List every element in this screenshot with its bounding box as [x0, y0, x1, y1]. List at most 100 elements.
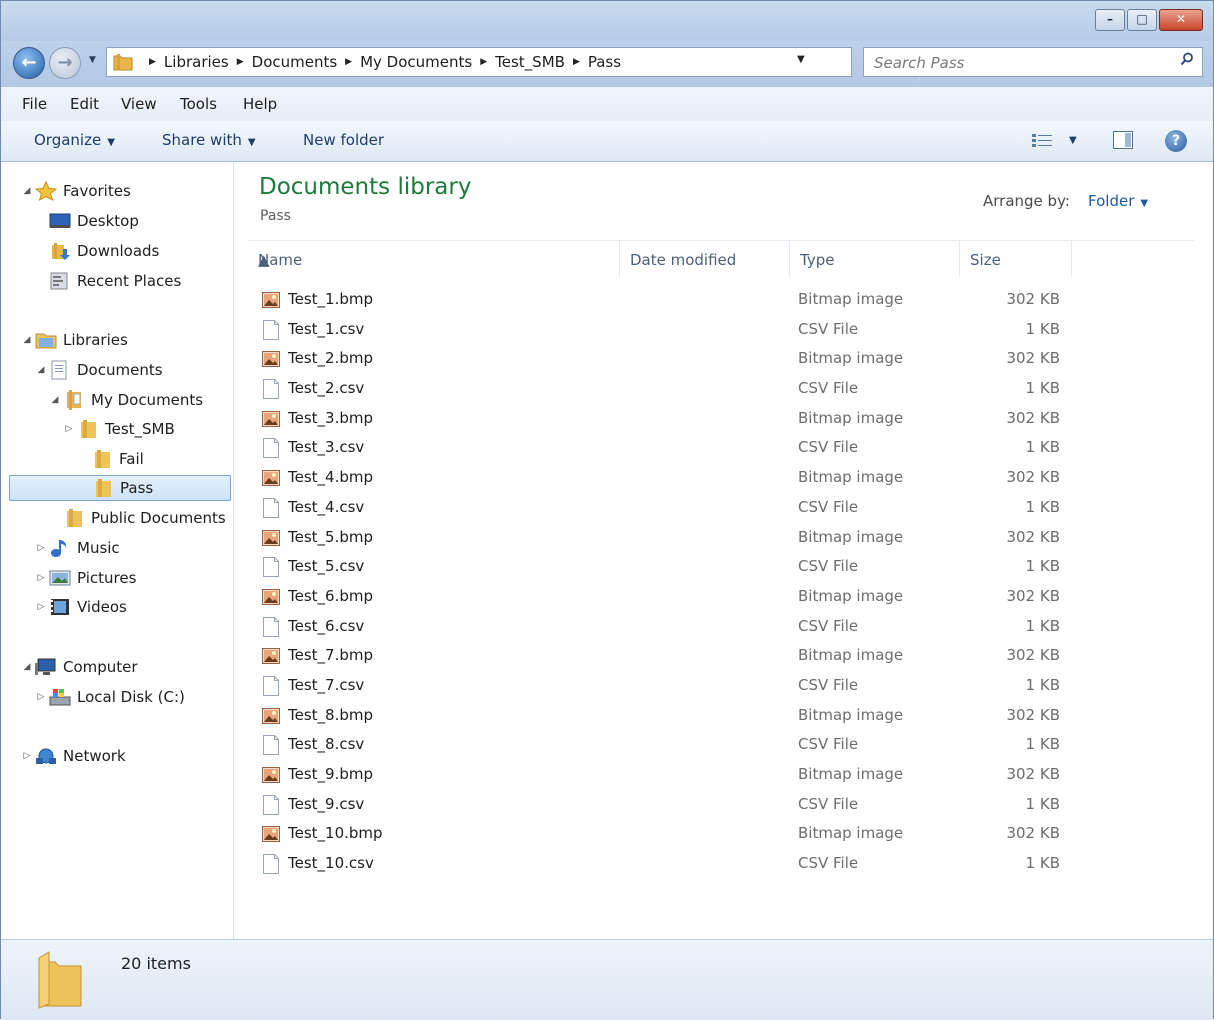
menu-view[interactable]: View [121, 95, 157, 113]
file-row[interactable]: Test_8.csv CSV File 1 KB [248, 730, 1194, 760]
nav-item-public-documents[interactable]: Public Documents [49, 505, 226, 531]
file-row[interactable]: Test_5.csv CSV File 1 KB [248, 552, 1194, 582]
breadcrumb-item[interactable]: Documents [252, 53, 338, 71]
file-row[interactable]: Test_3.bmp Bitmap image 302 KB [248, 404, 1194, 434]
maximize-button[interactable]: □ [1127, 9, 1157, 31]
file-row[interactable]: Test_9.bmp Bitmap image 302 KB [248, 760, 1194, 790]
breadcrumb-item[interactable]: Pass [588, 53, 621, 71]
new-folder-button[interactable]: New folder [303, 131, 384, 149]
nav-item-network[interactable]: ▷ Network [21, 743, 126, 769]
file-row[interactable]: Test_5.bmp Bitmap image 302 KB [248, 523, 1194, 553]
collapse-arrow-icon[interactable]: ◢ [49, 395, 61, 405]
column-name[interactable]: Name ▲ [248, 241, 620, 277]
nav-item-desktop[interactable]: Desktop [35, 208, 139, 234]
file-row[interactable]: Test_6.bmp Bitmap image 302 KB [248, 582, 1194, 612]
expand-arrow-icon[interactable]: ▷ [35, 543, 47, 553]
file-row[interactable]: Test_9.csv CSV File 1 KB [248, 790, 1194, 820]
bitmap-image-icon [262, 587, 280, 607]
expand-arrow-icon[interactable]: ▷ [21, 751, 33, 761]
collapse-arrow-icon[interactable]: ◢ [21, 662, 33, 672]
collapse-arrow-icon[interactable]: ◢ [35, 365, 47, 375]
address-dropdown-icon[interactable]: ▼ [797, 54, 805, 65]
breadcrumb-item[interactable]: Libraries [164, 53, 229, 71]
file-name: Test_4.bmp [288, 468, 374, 487]
menu-bar: File Edit View Tools Help [1, 87, 1213, 122]
column-date-modified[interactable]: Date modified [620, 241, 790, 277]
menu-tools[interactable]: Tools [180, 95, 217, 113]
breadcrumb-item[interactable]: My Documents [360, 53, 472, 71]
file-row[interactable]: Test_1.bmp Bitmap image 302 KB [248, 285, 1194, 315]
minimize-button[interactable]: – [1095, 9, 1125, 31]
file-name: Test_3.csv [288, 438, 365, 457]
change-view-icon[interactable] [1031, 133, 1055, 149]
nav-item-test-smb[interactable]: ▷ Test_SMB [63, 416, 175, 442]
breadcrumb-separator-icon[interactable]: ▶ [149, 57, 156, 67]
nav-item-label: Downloads [77, 242, 160, 260]
nav-item-local-disk-c[interactable]: ▷ Local Disk (C:) [35, 684, 185, 710]
search-icon[interactable] [1180, 52, 1194, 66]
column-date-label: Date modified [630, 251, 737, 269]
nav-item-my-documents[interactable]: ◢ My Documents [49, 387, 203, 413]
arrange-by-value: Folder [1088, 192, 1135, 210]
menu-help[interactable]: Help [243, 95, 277, 113]
file-row[interactable]: Test_3.csv CSV File 1 KB [248, 433, 1194, 463]
menu-edit[interactable]: Edit [70, 95, 99, 113]
nav-item-fail[interactable]: Fail [77, 446, 144, 472]
close-button[interactable]: ✕ [1159, 9, 1203, 31]
nav-item-documents[interactable]: ◢ Documents [35, 357, 163, 383]
breadcrumb-separator-icon[interactable]: ▶ [573, 57, 580, 67]
organize-button[interactable]: Organize ▼ [34, 131, 115, 149]
file-name: Test_4.csv [288, 497, 365, 516]
breadcrumb-separator-icon[interactable]: ▶ [237, 57, 244, 67]
address-bar[interactable]: ▶ Libraries ▶ Documents ▶ My Documents ▶ Test_S… [106, 47, 940, 82]
breadcrumb-separator-icon[interactable]: ▶ [480, 57, 487, 67]
file-row[interactable]: Test_7.bmp Bitmap image 302 KB [248, 641, 1194, 671]
nav-item-videos[interactable]: ▷ Videos [35, 594, 127, 620]
preview-pane-button[interactable] [1113, 131, 1133, 149]
recent-pages-dropdown-icon[interactable]: ▼ [89, 55, 96, 65]
file-type: CSV File [798, 675, 859, 694]
file-type: CSV File [798, 854, 859, 873]
file-row[interactable]: Test_8.bmp Bitmap image 302 KB [248, 701, 1194, 731]
view-options-dropdown-icon[interactable]: ▼ [1069, 135, 1077, 146]
nav-item-favorites[interactable]: ◢ Favorites [21, 178, 131, 204]
breadcrumb-item[interactable]: Test_SMB [495, 53, 565, 71]
back-button[interactable]: ← [13, 47, 45, 79]
expand-arrow-icon[interactable]: ▷ [35, 602, 47, 612]
forward-button[interactable]: → [49, 47, 81, 79]
collapse-arrow-icon[interactable]: ◢ [21, 335, 33, 345]
share-with-button[interactable]: Share with ▼ [162, 131, 256, 149]
documents-icon [49, 360, 71, 380]
nav-item-pictures[interactable]: ▷ Pictures [35, 565, 137, 591]
file-row[interactable]: Test_10.bmp Bitmap image 302 KB [248, 819, 1194, 849]
nav-item-libraries[interactable]: ◢ Libraries [21, 327, 128, 353]
column-size[interactable]: Size [960, 241, 1072, 277]
nav-item-recent-places[interactable]: Recent Places [35, 268, 181, 294]
file-row[interactable]: Test_2.csv CSV File 1 KB [248, 374, 1194, 404]
nav-item-label: Music [77, 539, 120, 557]
file-row[interactable]: Test_7.csv CSV File 1 KB [248, 671, 1194, 701]
arrange-by-dropdown[interactable]: Folder ▼ [1088, 192, 1148, 210]
nav-item-pass[interactable]: Pass [9, 475, 231, 501]
nav-item-music[interactable]: ▷ Music [35, 535, 120, 561]
file-row[interactable]: Test_10.csv CSV File 1 KB [248, 849, 1194, 879]
file-row[interactable]: Test_4.csv CSV File 1 KB [248, 493, 1194, 523]
nav-item-downloads[interactable]: Downloads [35, 238, 159, 264]
collapse-arrow-icon[interactable]: ◢ [21, 186, 33, 196]
expand-arrow-icon[interactable]: ▷ [35, 692, 47, 702]
help-button[interactable]: ? [1165, 130, 1187, 152]
nav-item-computer[interactable]: ◢ Computer [21, 654, 138, 680]
breadcrumb-separator-icon[interactable]: ▶ [345, 57, 352, 67]
expand-arrow-icon[interactable]: ▷ [35, 573, 47, 583]
file-row[interactable]: Test_2.bmp Bitmap image 302 KB [248, 344, 1194, 374]
column-type[interactable]: Type [790, 241, 960, 277]
file-row[interactable]: Test_4.bmp Bitmap image 302 KB [248, 463, 1194, 493]
library-title: Documents library [259, 174, 472, 200]
file-type: CSV File [798, 319, 859, 338]
menu-file[interactable]: File [22, 95, 47, 113]
file-row[interactable]: Test_6.csv CSV File 1 KB [248, 612, 1194, 642]
file-row[interactable]: Test_1.csv CSV File 1 KB [248, 315, 1194, 345]
csv-file-icon [262, 319, 280, 340]
search-input[interactable] [872, 51, 1166, 75]
expand-arrow-icon[interactable]: ▷ [63, 424, 75, 434]
